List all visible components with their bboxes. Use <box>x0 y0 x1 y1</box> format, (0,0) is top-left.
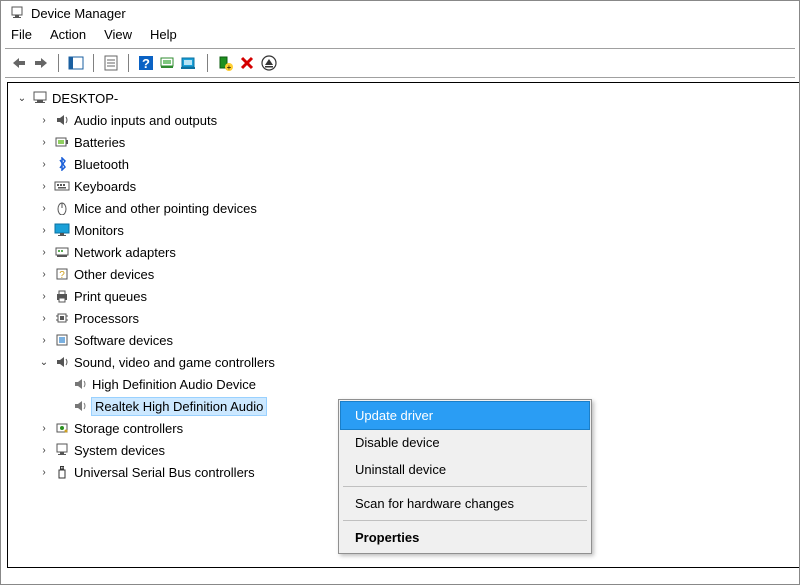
menu-file[interactable]: File <box>11 27 32 42</box>
chevron-right-icon[interactable] <box>38 202 50 214</box>
tree-item[interactable]: ? Other devices <box>8 263 799 285</box>
keyboard-icon <box>54 178 70 194</box>
add-device-icon[interactable]: + <box>215 53 235 73</box>
device-tree-panel: DESKTOP- Audio inputs and outputs Batteri… <box>7 82 799 568</box>
chevron-right-icon[interactable] <box>38 180 50 192</box>
show-hide-tree-icon[interactable] <box>66 53 86 73</box>
tree-item-label: Other devices <box>74 267 154 282</box>
bluetooth-icon <box>54 156 70 172</box>
tree-item-label: Sound, video and game controllers <box>74 355 275 370</box>
tree-item-label: Keyboards <box>74 179 136 194</box>
tree-item[interactable]: Network adapters <box>8 241 799 263</box>
tree-item[interactable]: Keyboards <box>8 175 799 197</box>
chevron-right-icon[interactable] <box>38 224 50 236</box>
tree-item-label: Bluetooth <box>74 157 129 172</box>
tree-item[interactable]: Batteries <box>8 131 799 153</box>
context-menu-properties[interactable]: Properties <box>341 524 589 551</box>
tree-item-sound[interactable]: Sound, video and game controllers <box>8 351 799 373</box>
tree-item-label: Print queues <box>74 289 147 304</box>
tree-item-label: Batteries <box>74 135 125 150</box>
tree-item-label: Network adapters <box>74 245 176 260</box>
context-menu-uninstall-device[interactable]: Uninstall device <box>341 456 589 483</box>
tree-item-label: Realtek High Definition Audio <box>92 398 266 415</box>
tree-item[interactable]: Audio inputs and outputs <box>8 109 799 131</box>
tree-item-label: Storage controllers <box>74 421 183 436</box>
audio-icon <box>54 112 70 128</box>
tree-item-label: Software devices <box>74 333 173 348</box>
menu-view[interactable]: View <box>104 27 132 42</box>
chevron-right-icon[interactable] <box>38 114 50 126</box>
chevron-down-icon[interactable] <box>38 356 50 368</box>
context-menu-scan-hardware[interactable]: Scan for hardware changes <box>341 490 589 517</box>
chevron-right-icon[interactable] <box>38 444 50 456</box>
window-title: Device Manager <box>31 6 126 21</box>
tree-item[interactable]: Processors <box>8 307 799 329</box>
tree-item[interactable]: Mice and other pointing devices <box>8 197 799 219</box>
chevron-right-icon[interactable] <box>38 158 50 170</box>
toolbar-divider <box>5 77 795 78</box>
chevron-right-icon[interactable] <box>38 246 50 258</box>
update-driver-icon[interactable] <box>180 53 200 73</box>
tree-item-hd-audio[interactable]: High Definition Audio Device <box>8 373 799 395</box>
chevron-right-icon[interactable] <box>38 290 50 302</box>
other-icon: ? <box>54 266 70 282</box>
context-menu: Update driver Disable device Uninstall d… <box>338 399 592 554</box>
battery-icon <box>54 134 70 150</box>
tree-item-label: Universal Serial Bus controllers <box>74 465 255 480</box>
mouse-icon <box>54 200 70 216</box>
context-menu-update-driver[interactable]: Update driver <box>341 402 589 429</box>
speaker-icon <box>72 398 88 414</box>
tree-item-label: High Definition Audio Device <box>92 377 256 392</box>
tree-item[interactable]: Print queues <box>8 285 799 307</box>
scan-hardware-icon[interactable] <box>158 53 178 73</box>
properties-sheet-icon[interactable] <box>101 53 121 73</box>
forward-arrow-icon[interactable] <box>31 53 51 73</box>
chevron-right-icon[interactable] <box>38 312 50 324</box>
tree-item-label: System devices <box>74 443 165 458</box>
computer-icon <box>32 90 48 106</box>
software-icon <box>54 332 70 348</box>
chevron-right-icon[interactable] <box>38 334 50 346</box>
tree-root[interactable]: DESKTOP- <box>8 87 799 109</box>
help-icon[interactable]: ? <box>136 53 156 73</box>
context-menu-separator <box>343 520 587 521</box>
svg-text:?: ? <box>59 270 65 281</box>
svg-text:+: + <box>227 63 232 71</box>
cpu-icon <box>54 310 70 326</box>
chevron-down-icon[interactable] <box>16 92 28 104</box>
chevron-right-icon[interactable] <box>38 268 50 280</box>
usb-icon <box>54 464 70 480</box>
eject-icon[interactable] <box>259 53 279 73</box>
chevron-right-icon[interactable] <box>38 422 50 434</box>
tree-item-label: Mice and other pointing devices <box>74 201 257 216</box>
menubar: File Action View Help <box>1 25 799 48</box>
context-menu-disable-device[interactable]: Disable device <box>341 429 589 456</box>
titlebar: Device Manager <box>1 1 799 25</box>
storage-icon <box>54 420 70 436</box>
print-icon <box>54 288 70 304</box>
tree-item[interactable]: Software devices <box>8 329 799 351</box>
speaker-icon <box>72 376 88 392</box>
chevron-right-icon[interactable] <box>38 466 50 478</box>
tree-root-label: DESKTOP- <box>52 91 118 106</box>
menu-help[interactable]: Help <box>150 27 177 42</box>
tree-item-label: Monitors <box>74 223 124 238</box>
menu-action[interactable]: Action <box>50 27 86 42</box>
speaker-icon <box>54 354 70 370</box>
device-manager-icon <box>9 5 25 21</box>
tree-item[interactable]: Monitors <box>8 219 799 241</box>
toolbar: ? + <box>1 49 799 77</box>
tree-item[interactable]: Bluetooth <box>8 153 799 175</box>
tree-item-label: Audio inputs and outputs <box>74 113 217 128</box>
tree-item-label: Processors <box>74 311 139 326</box>
svg-text:?: ? <box>142 56 150 71</box>
system-icon <box>54 442 70 458</box>
monitor-icon <box>54 222 70 238</box>
uninstall-icon[interactable] <box>237 53 257 73</box>
context-menu-separator <box>343 486 587 487</box>
network-icon <box>54 244 70 260</box>
chevron-right-icon[interactable] <box>38 136 50 148</box>
back-arrow-icon[interactable] <box>9 53 29 73</box>
